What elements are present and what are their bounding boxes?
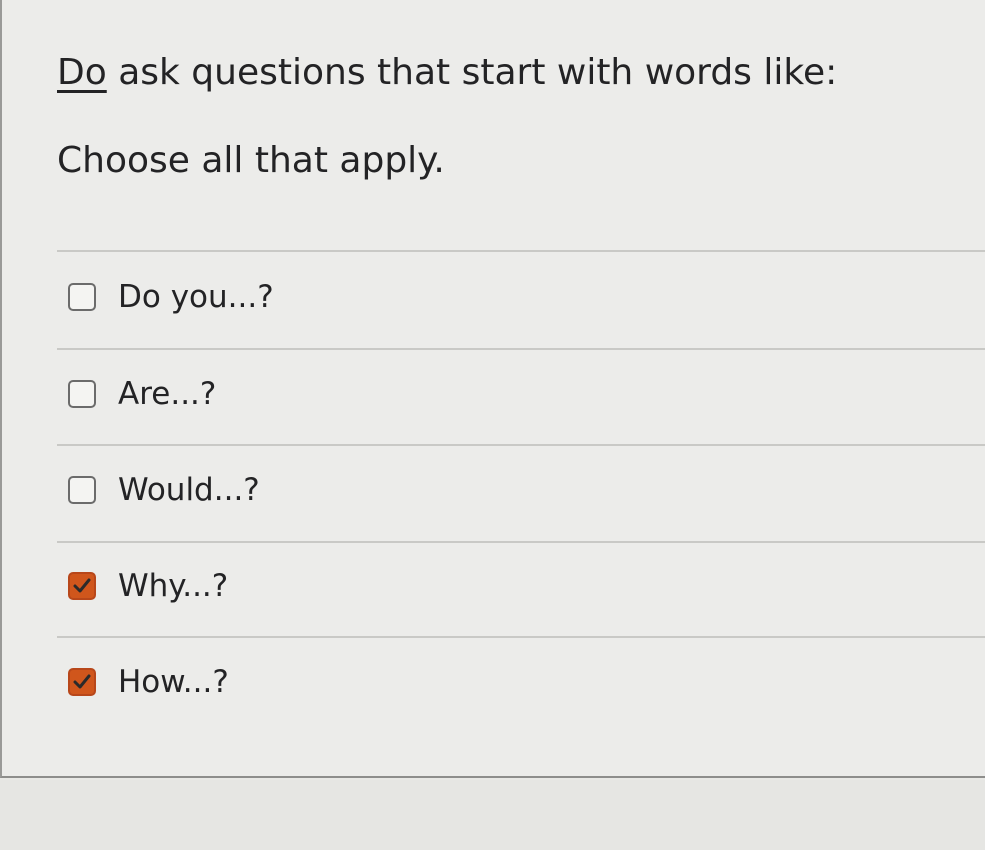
option-why[interactable]: Why...? [68,566,228,606]
divider [57,348,985,350]
checkbox-would[interactable] [68,476,96,504]
divider [57,444,985,446]
option-label: Are...? [118,376,217,412]
instruction-text: Choose all that apply. [57,140,445,181]
option-would[interactable]: Would...? [68,470,260,510]
divider [57,541,985,543]
divider [57,636,985,638]
checkbox-why[interactable] [68,572,96,600]
page-background [0,780,985,850]
option-how[interactable]: How...? [68,662,229,702]
divider [57,250,985,252]
checkbox-are[interactable] [68,380,96,408]
checkmark-icon [73,578,91,593]
question-text: ask questions that start with words like… [106,52,838,93]
option-label: Why...? [118,568,229,604]
option-are[interactable]: Are...? [68,374,216,414]
checkbox-how[interactable] [68,668,96,696]
checkbox-do-you[interactable] [68,283,96,311]
option-label: How...? [118,664,229,700]
option-label: Would...? [118,472,260,508]
option-label: Do you...? [118,279,274,315]
question-prompt: Do ask questions that start with words l… [57,52,837,93]
checkmark-icon [73,674,91,689]
option-do-you[interactable]: Do you...? [68,277,274,317]
question-emphasis: Do [57,52,107,93]
question-card: Do ask questions that start with words l… [0,0,985,778]
